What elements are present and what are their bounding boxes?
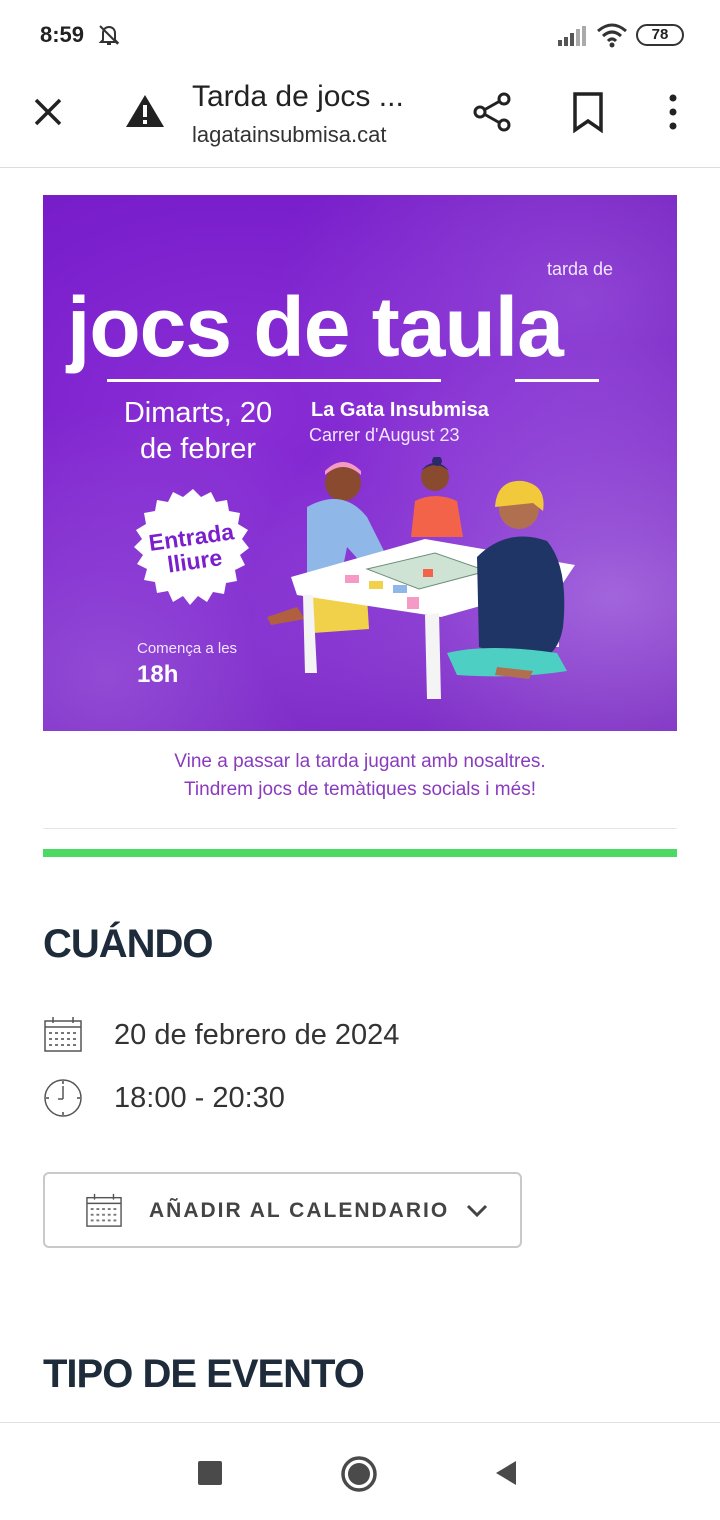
wifi-icon <box>597 23 627 48</box>
signal-icon <box>558 26 586 46</box>
bookmark-icon[interactable] <box>570 90 606 134</box>
event-type-heading: TIPO DE EVENTO <box>43 1352 365 1396</box>
caption-line1: Vine a passar la tarda jugant amb nosalt… <box>174 751 546 772</box>
poster-start-hour: 18h <box>137 661 179 688</box>
browser-toolbar: Tarda de jocs ... lagatainsubmisa.cat <box>0 68 720 168</box>
poster-tarda-de: tarda de <box>546 259 613 279</box>
status-bar: 8:59 78 <box>0 0 720 68</box>
event-time: 18:00 - 20:30 <box>114 1082 285 1114</box>
add-to-calendar-label: AÑADIR AL CALENDARIO <box>149 1199 450 1222</box>
event-date: 20 de febrero de 2024 <box>114 1019 400 1051</box>
poster-date-line1: Dimarts, 20 <box>123 397 273 429</box>
battery-icon: 78 <box>636 24 684 46</box>
warning-icon[interactable] <box>124 92 166 130</box>
more-vert-icon[interactable] <box>658 90 688 134</box>
home-circle-icon[interactable] <box>340 1455 378 1493</box>
divider <box>43 828 677 829</box>
page-url[interactable]: lagatainsubmisa.cat <box>192 122 386 148</box>
recents-square-icon[interactable] <box>198 1461 222 1485</box>
poster-venue: La Gata Insubmisa <box>311 399 489 421</box>
chevron-down-icon <box>466 1204 488 1218</box>
poster-caption: Vine a passar la tarda jugant amb nosalt… <box>43 748 677 804</box>
event-poster[interactable]: tarda de jocs de taula Dimarts, 20 de fe… <box>43 195 677 731</box>
poster-street: Carrer d'August 23 <box>309 425 460 445</box>
calendar-icon <box>44 1017 82 1052</box>
back-triangle-icon[interactable] <box>494 1459 518 1487</box>
poster-start-label: Comença a les <box>137 640 238 657</box>
navigation-bar <box>0 1422 720 1520</box>
poster-divider-short <box>515 379 599 382</box>
page-title[interactable]: Tarda de jocs ... <box>192 80 404 114</box>
bell-off-icon <box>98 25 120 45</box>
calendar-icon <box>86 1193 122 1227</box>
when-heading: CUÁNDO <box>43 922 214 966</box>
add-to-calendar-button[interactable]: AÑADIR AL CALENDARIO <box>43 1172 522 1248</box>
share-icon[interactable] <box>470 90 514 134</box>
poster-divider <box>107 379 441 382</box>
accent-bar <box>43 849 677 857</box>
caption-line2: Tindrem jocs de temàtiques socials i més… <box>184 779 536 800</box>
poster-title: jocs de taula <box>67 280 564 374</box>
status-time: 8:59 <box>40 22 85 47</box>
board-game-illustration <box>267 457 575 699</box>
close-icon[interactable] <box>28 92 68 132</box>
clock-icon <box>44 1079 82 1117</box>
